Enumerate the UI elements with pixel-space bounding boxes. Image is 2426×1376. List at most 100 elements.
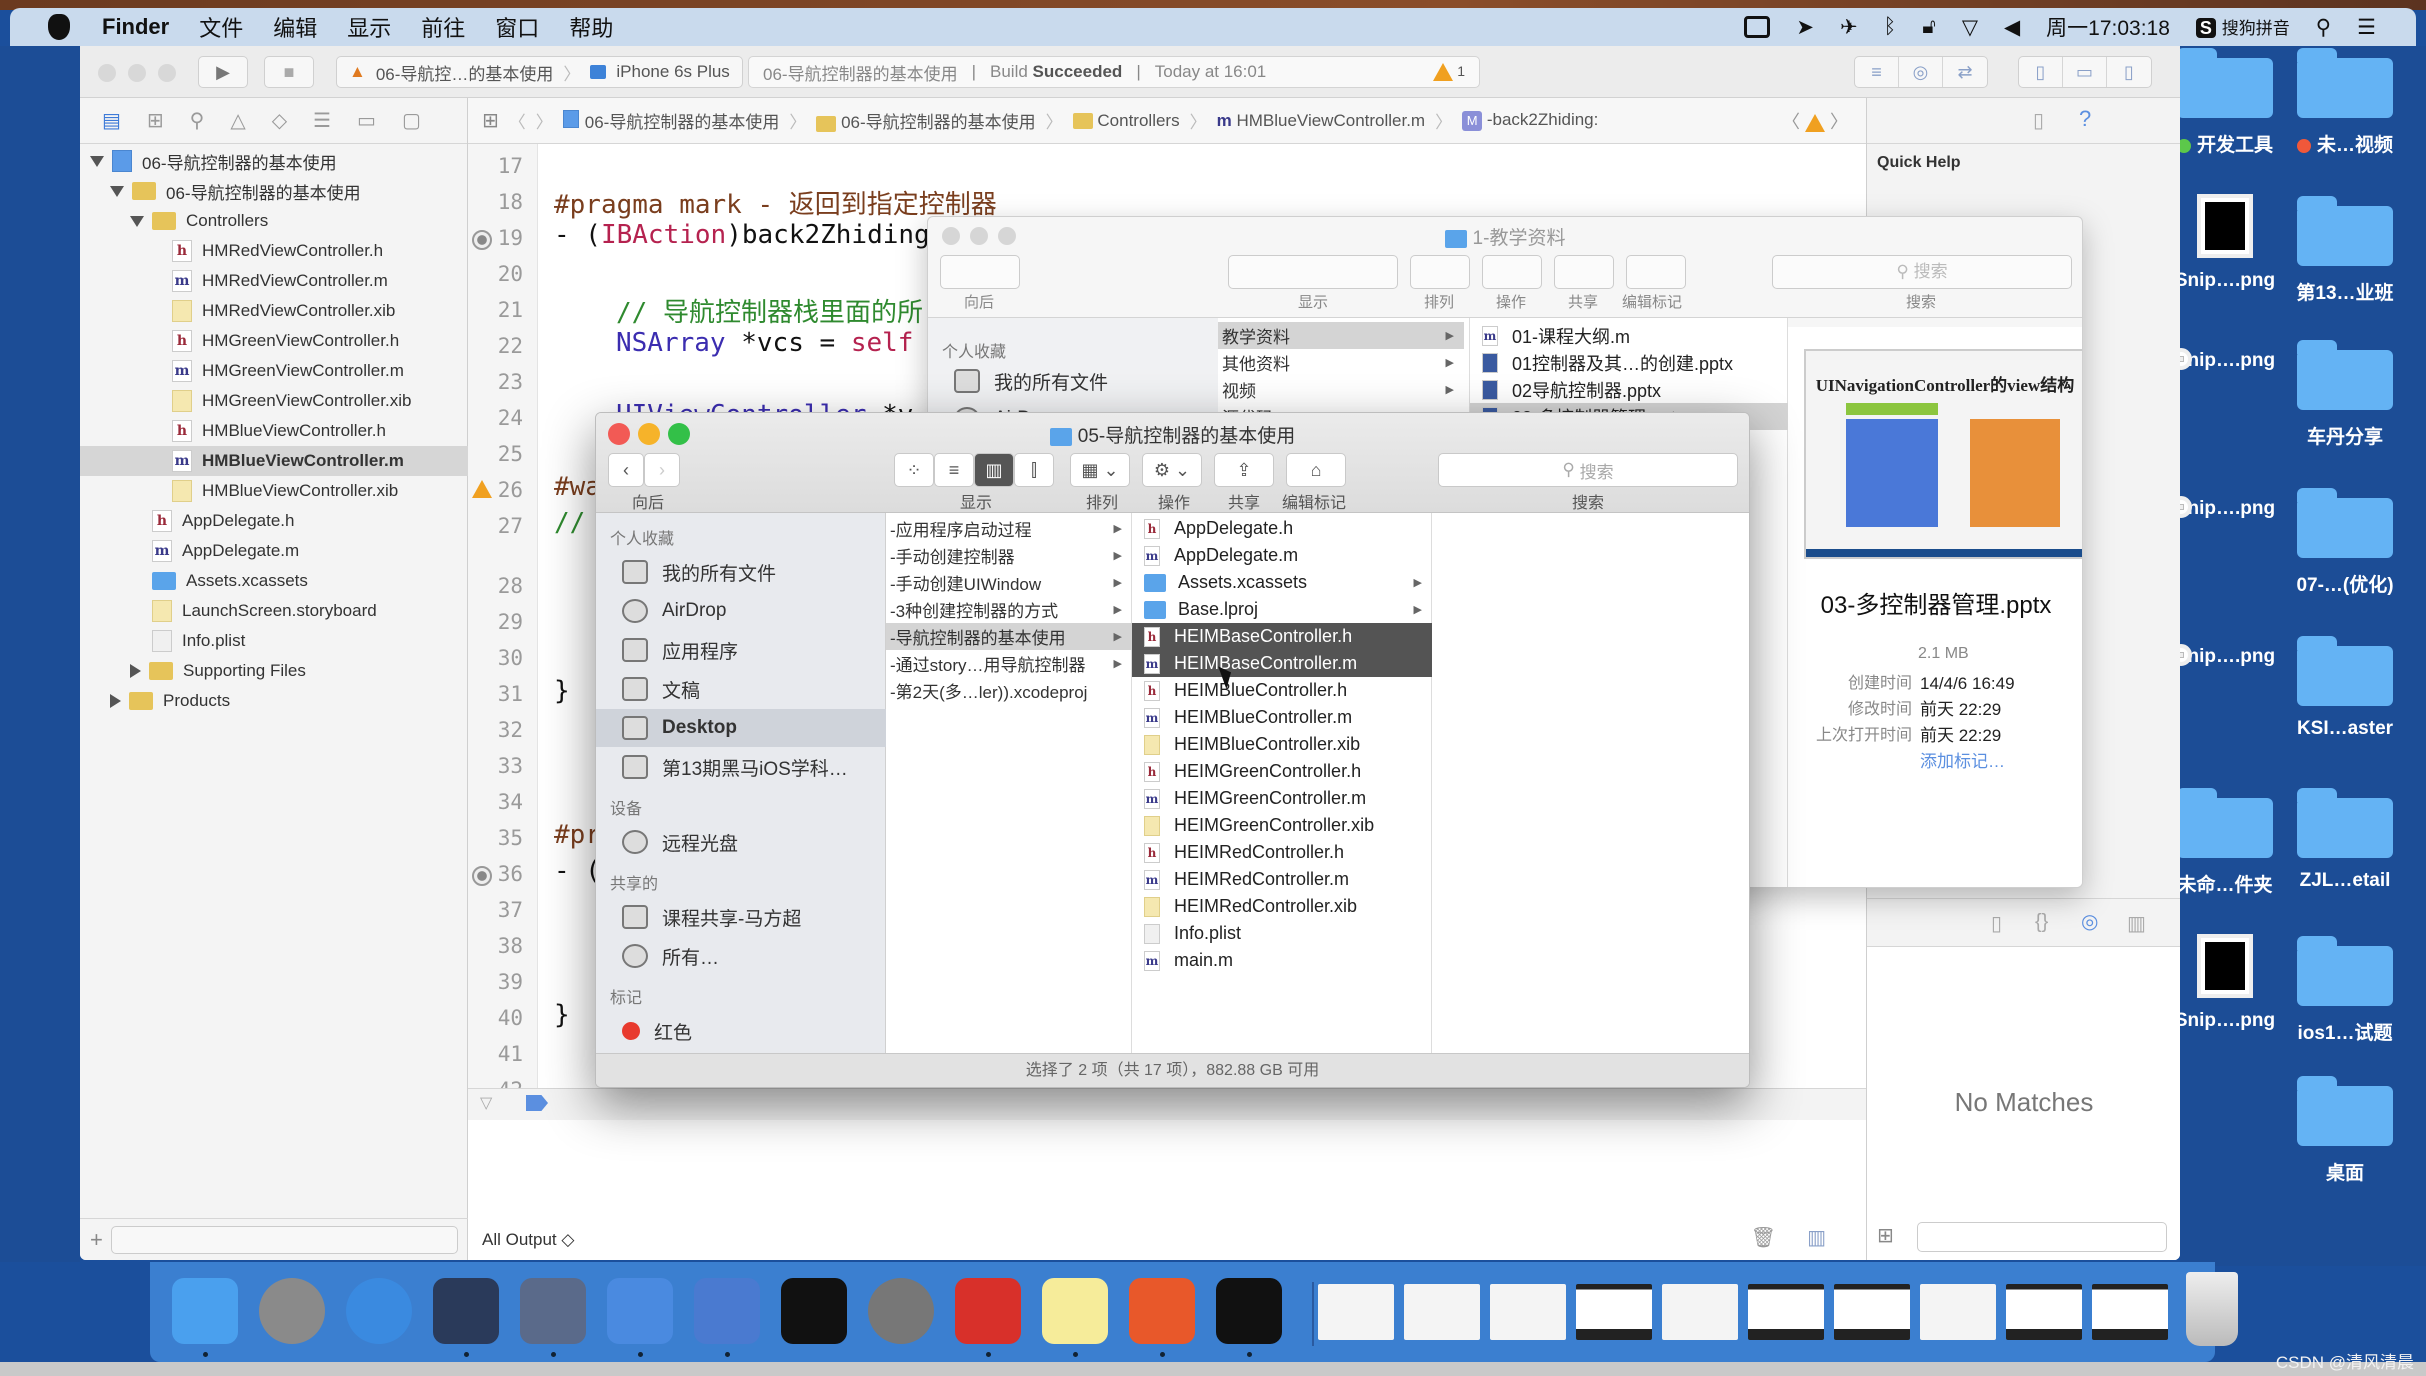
f2-file-item[interactable]: m HEIMRedController.m (1132, 866, 1432, 893)
f2-file-item[interactable]: Assets.xcassets ▶ (1132, 569, 1432, 596)
f2-action-button[interactable]: ⚙ ⌄ (1142, 453, 1202, 487)
stop-button[interactable]: ■ (264, 56, 314, 88)
disclosure-expanded-icon[interactable] (130, 215, 144, 227)
minimize-button[interactable] (128, 64, 146, 82)
column-view-button[interactable]: ▥ (974, 453, 1014, 487)
f2-file-item[interactable]: m HEIMBlueController.m (1132, 704, 1432, 731)
menu-help[interactable]: 帮助 (569, 11, 613, 43)
dock-app-system-preferences[interactable] (868, 1278, 934, 1344)
sidebar-item[interactable]: 应用程序 (596, 631, 886, 669)
desktop-item[interactable]: 未…视频 (2290, 46, 2400, 157)
desktop-item[interactable]: 桌面 (2290, 1074, 2400, 1185)
desktop-item[interactable]: 第13…业班 (2290, 194, 2400, 305)
dock-minimized-window[interactable] (1662, 1284, 1738, 1340)
f2-back-button[interactable]: ‹ (608, 453, 644, 487)
library-filter-input[interactable] (1917, 1222, 2167, 1252)
standard-editor-icon[interactable]: ≡ (1855, 57, 1899, 87)
grid-view-icon[interactable]: ⊞ (1877, 1223, 1894, 1248)
screen-record-icon[interactable] (1744, 16, 1771, 38)
spotlight-icon[interactable]: ⚲ (2316, 15, 2331, 40)
f1-sidebar-all-files[interactable]: 我的所有文件 (928, 362, 1218, 400)
dock-minimized-window[interactable] (2092, 1284, 2168, 1340)
f2-file-item[interactable]: m HEIMGreenController.m (1132, 785, 1432, 812)
navigator-item[interactable]: m AppDelegate.m (80, 536, 468, 566)
desktop-item[interactable]: 07-…(优化) (2290, 486, 2400, 597)
desktop-item[interactable]: Snip….png (2170, 338, 2280, 372)
dock-app-photo-slideshow[interactable] (520, 1278, 586, 1344)
navigator-item[interactable]: m HMGreenViewController.m (80, 356, 468, 386)
disclosure-expanded-icon[interactable] (90, 155, 104, 167)
file-inspector-icon[interactable]: ▯ (2033, 108, 2044, 133)
dock-app-simulator[interactable] (694, 1278, 760, 1344)
f1-nav-buttons[interactable] (940, 255, 1020, 289)
dock-app-launchpad[interactable] (259, 1278, 325, 1344)
f2-file-item[interactable]: h HEIMBlueController.h (1132, 677, 1432, 704)
navigator-item[interactable]: HMBlueViewController.xib (80, 476, 468, 506)
object-library-icon[interactable]: ◎ (2081, 909, 2098, 934)
media-library-icon[interactable]: ▥ (2127, 911, 2146, 936)
f1-arrange-button[interactable] (1410, 255, 1470, 289)
f2-file-item[interactable]: m HEIMBaseController.m (1132, 650, 1432, 677)
dock-app-safari[interactable] (346, 1278, 412, 1344)
volume-icon[interactable]: ◀ (2004, 15, 2020, 40)
location-icon[interactable]: ➤ (1796, 15, 1814, 40)
f2-arrange-button[interactable]: ▦ ⌄ (1070, 453, 1130, 487)
f1-share-button[interactable] (1554, 255, 1614, 289)
navigator-item[interactable]: HMRedViewController.xib (80, 296, 468, 326)
f1-action-button[interactable] (1482, 255, 1542, 289)
menu-go[interactable]: 前往 (421, 11, 465, 43)
report-navigator-icon[interactable]: ▢ (402, 108, 421, 133)
f2-file-item[interactable]: HEIMRedController.xib (1132, 893, 1432, 920)
toggle-utilities-icon[interactable]: ▯ (2107, 57, 2151, 87)
sidebar-item[interactable]: 课程共享-马方超 (596, 898, 886, 936)
navigator-filter-input[interactable] (110, 1225, 458, 1254)
dock-minimized-window[interactable] (2006, 1284, 2082, 1340)
issue-nav-arrows[interactable]: 〈 〉 (1782, 108, 1848, 134)
f2-file-item[interactable]: HEIMGreenController.xib (1132, 812, 1432, 839)
list-view-button[interactable]: ≡ (934, 453, 974, 487)
test-navigator-icon[interactable]: ◇ (272, 108, 287, 133)
warning-icon[interactable] (472, 480, 492, 498)
dock-app-xmind[interactable] (955, 1278, 1021, 1344)
related-items-icon[interactable]: ⊞ (482, 108, 499, 133)
sidebar-item[interactable]: 第13期黑马iOS学科… (596, 748, 886, 786)
desktop-item[interactable]: ios1…试题 (2290, 934, 2400, 1045)
desktop-item[interactable]: 未命…件夹 (2170, 786, 2280, 897)
desktop-item[interactable]: ZJL…etail (2290, 786, 2400, 892)
code-snippet-icon[interactable]: {} (2035, 911, 2048, 934)
jump-group[interactable]: 06-导航控制器的基本使用 (816, 108, 1036, 133)
zoom-button[interactable] (158, 64, 176, 82)
close-button[interactable] (98, 64, 116, 82)
navigator-item[interactable]: Products (80, 686, 468, 716)
navigator-item[interactable]: h HMRedViewController.h (80, 236, 468, 266)
dock-app-console[interactable] (1216, 1278, 1282, 1344)
jump-controllers[interactable]: Controllers (1072, 111, 1180, 131)
add-tags-link[interactable]: 添加标记… (1920, 749, 2015, 775)
sidebar-item[interactable]: 我的所有文件 (596, 553, 886, 591)
f1-view-buttons[interactable] (1228, 255, 1398, 289)
menu-window[interactable]: 窗口 (495, 11, 539, 43)
f2-file-item[interactable]: h HEIMRedController.h (1132, 839, 1432, 866)
apple-menu-icon[interactable] (48, 14, 70, 40)
f2-folder-item[interactable]: -应用程序启动过程 ▶ (886, 515, 1132, 542)
coverflow-view-button[interactable]: ⫿ (1014, 453, 1054, 487)
f2-tags-button[interactable]: ⌂ (1286, 453, 1346, 487)
navigator-item[interactable]: Assets.xcassets (80, 566, 468, 596)
dock-minimized-window[interactable] (1920, 1284, 1996, 1340)
breakpoints-toggle-icon[interactable] (526, 1095, 548, 1111)
f2-file-item[interactable]: Base.lproj ▶ (1132, 596, 1432, 623)
trash-icon[interactable] (2186, 1272, 2238, 1346)
jump-file[interactable]: m HMBlueViewController.m (1217, 111, 1426, 131)
navigator-item[interactable]: m HMRedViewController.m (80, 266, 468, 296)
f1-column-item[interactable]: 其他资料 ▶ (1218, 349, 1464, 376)
sidebar-item[interactable]: 红色 (596, 1012, 886, 1050)
notification-center-icon[interactable]: ☰ (2357, 15, 2376, 40)
navigator-item[interactable]: HMGreenViewController.xib (80, 386, 468, 416)
desktop-item[interactable]: Snip….png (2170, 486, 2280, 520)
warning-count-button[interactable]: 1 (1433, 63, 1465, 82)
navigator-item[interactable]: 06-导航控制器的基本使用 (80, 176, 468, 206)
f2-folder-item[interactable]: -3种创建控制器的方式 ▶ (886, 596, 1132, 623)
hide-debug-icon[interactable]: ▽ (480, 1093, 492, 1113)
f2-folder-item[interactable]: -第2天(多…ler)).xcodeproj (886, 677, 1132, 704)
f1-file-item[interactable]: 02导航控制器.pptx (1470, 376, 1788, 403)
